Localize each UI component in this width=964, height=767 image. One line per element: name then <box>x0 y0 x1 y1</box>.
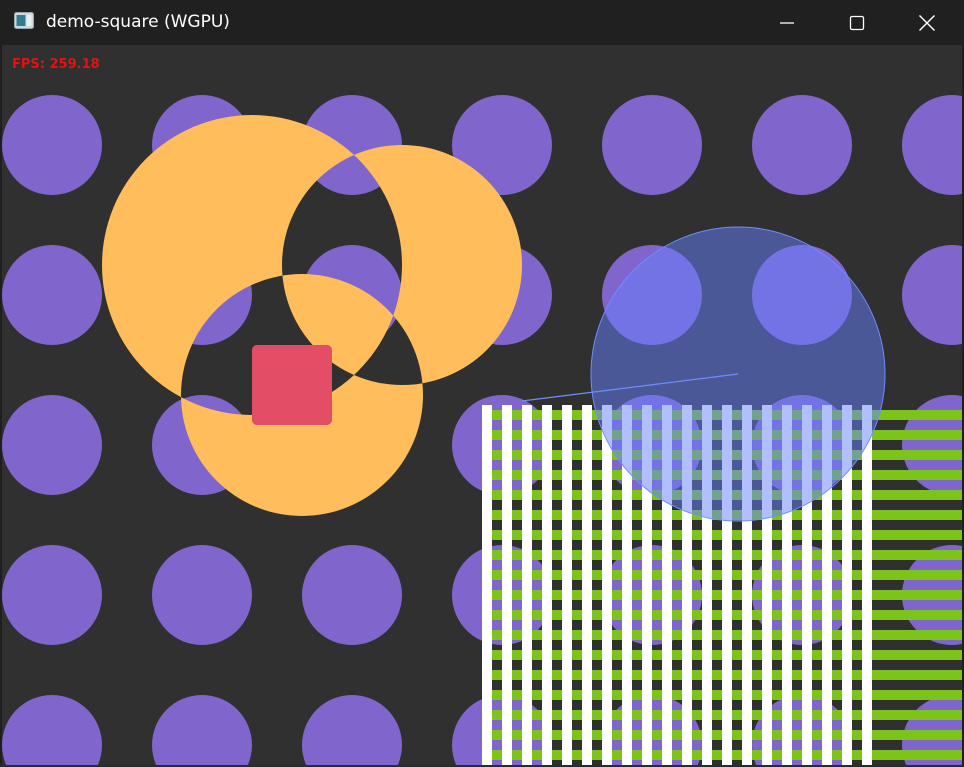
fps-counter: FPS: 259.18 <box>12 57 100 72</box>
white-stripe <box>862 405 872 765</box>
maximize-button[interactable] <box>822 0 892 45</box>
title-bar[interactable]: demo-square (WGPU) <box>0 0 964 45</box>
white-stripe <box>582 405 592 765</box>
app-window-icon <box>14 12 34 29</box>
purple-dot <box>2 95 102 195</box>
purple-dot <box>2 545 102 645</box>
purple-dot <box>752 95 852 195</box>
minimize-icon <box>780 21 794 24</box>
render-canvas[interactable] <box>2 45 962 765</box>
app-window: demo-square (WGPU) FPS: 259.18 <box>0 0 964 767</box>
white-stripe <box>602 405 612 765</box>
white-stripe <box>522 405 532 765</box>
purple-dot <box>602 95 702 195</box>
purple-dot <box>152 545 252 645</box>
purple-dot <box>302 545 402 645</box>
purple-dot <box>2 395 102 495</box>
white-stripe <box>542 405 552 765</box>
minimize-button[interactable] <box>752 0 822 45</box>
white-stripe <box>482 405 492 765</box>
red-square <box>252 345 332 425</box>
window-title: demo-square (WGPU) <box>46 12 230 32</box>
close-button[interactable] <box>892 0 962 45</box>
scene-svg <box>2 45 962 765</box>
purple-dot <box>2 245 102 345</box>
white-stripe <box>502 405 512 765</box>
white-stripe <box>562 405 572 765</box>
close-icon <box>919 14 935 31</box>
maximize-icon <box>849 15 865 30</box>
